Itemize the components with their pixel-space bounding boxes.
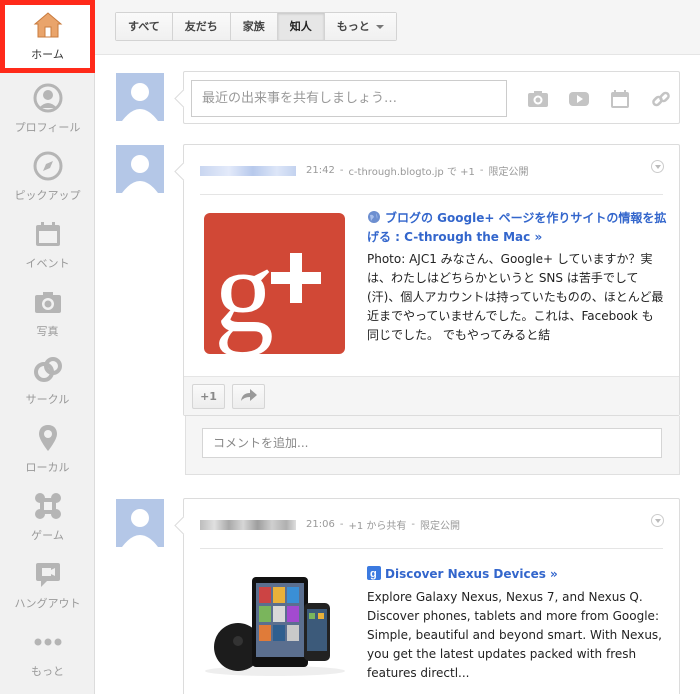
filter-more-dropdown[interactable]: もっと	[324, 13, 396, 40]
post-visibility[interactable]: 限定公開	[488, 163, 528, 178]
avatar[interactable]	[116, 145, 164, 193]
sidebar-item-label: ホーム	[31, 48, 64, 61]
nexus-devices-image[interactable]	[200, 565, 350, 677]
post-options-icon[interactable]	[651, 514, 664, 527]
sidebar-item-label: ピックアップ	[14, 189, 81, 202]
video-icon[interactable]	[558, 86, 599, 112]
post-actions: +1	[184, 376, 679, 415]
divider	[200, 194, 663, 195]
link-icon[interactable]	[640, 86, 681, 112]
globe-icon	[367, 210, 381, 224]
compass-icon	[33, 151, 63, 181]
google-plus-logo-image[interactable]: g	[204, 213, 345, 357]
sidebar-item-local[interactable]: ローカル	[0, 413, 95, 481]
home-icon	[33, 10, 63, 40]
camera-icon	[33, 287, 63, 317]
post-meta: 21:42 - c-through.blogto.jp で +1 - 限定公開	[200, 163, 528, 178]
video-chat-icon	[33, 559, 63, 589]
circles-icon	[33, 355, 63, 385]
post-card: 21:06 - +1 から共有 - 限定公開 g Discover Nexus D…	[183, 498, 680, 694]
sidebar-item-label: プロフィール	[14, 121, 81, 134]
meta-separator: -	[339, 165, 344, 176]
link-body: Photo: AJC1 みなさん、Google+ していますか？実は、わたしはど…	[367, 252, 664, 342]
filter-friends[interactable]: 友だち	[172, 13, 231, 40]
link-title[interactable]: ブログの Google+ ページを作りサイトの情報を拡げる : C-throug…	[367, 209, 667, 247]
more-dots-icon	[33, 627, 63, 657]
calendar-icon	[33, 219, 63, 249]
share-attachment-icons	[517, 86, 681, 112]
sidebar-item-events[interactable]: イベント	[0, 209, 95, 277]
sidebar-item-explore[interactable]: ピックアップ	[0, 141, 95, 209]
share-arrow-icon	[240, 388, 258, 405]
sidebar-item-more[interactable]: もっと	[0, 617, 95, 694]
post-time[interactable]: 21:42	[306, 165, 335, 176]
avatar[interactable]	[116, 73, 164, 121]
photo-icon[interactable]	[517, 86, 558, 112]
sidebar-item-games[interactable]: ゲーム	[0, 481, 95, 549]
meta-separator: -	[479, 165, 484, 176]
map-pin-icon	[33, 423, 63, 453]
sidebar-item-hangouts[interactable]: ハングアウト	[0, 549, 95, 617]
sidebar-item-label: もっと	[31, 665, 64, 678]
comment-input[interactable]: コメントを追加...	[202, 428, 662, 458]
event-icon[interactable]	[599, 86, 640, 112]
filter-more-label: もっと	[336, 20, 370, 33]
link-title-text: Discover Nexus Devices »	[385, 567, 558, 581]
post-options-icon[interactable]	[651, 160, 664, 173]
share-button[interactable]	[232, 384, 265, 409]
meta-separator: -	[411, 519, 415, 530]
sidebar-item-label: イベント	[25, 257, 70, 270]
sidebar-item-label: ゲーム	[31, 529, 64, 542]
filter-acquaintances[interactable]: 知人	[277, 13, 325, 40]
share-box: 最近の出来事を共有しましょう…	[183, 71, 680, 124]
plus-one-button[interactable]: +1	[192, 384, 225, 409]
sidebar-item-home[interactable]: ホーム	[0, 0, 95, 73]
sidebar-item-photos[interactable]: 写真	[0, 277, 95, 345]
sidebar-item-label: サークル	[25, 393, 70, 406]
sidebar-item-label: ローカル	[25, 461, 70, 474]
link-title[interactable]: g Discover Nexus Devices »	[367, 565, 667, 584]
post-meta: 21:06 - +1 から共有 - 限定公開	[200, 517, 460, 532]
post-visibility[interactable]: 限定公開	[420, 517, 460, 532]
author-name-blurred[interactable]	[200, 165, 296, 176]
filter-all[interactable]: すべて	[116, 13, 173, 40]
sidebar-item-profile[interactable]: プロフィール	[0, 73, 95, 141]
post-card: 21:42 - c-through.blogto.jp で +1 - 限定公開 …	[183, 144, 680, 416]
google-favicon-icon: g	[367, 566, 381, 580]
post-time[interactable]: 21:06	[306, 519, 335, 530]
link-body: Explore Galaxy Nexus, Nexus 7, and Nexus…	[367, 590, 662, 680]
avatar[interactable]	[116, 499, 164, 547]
share-input[interactable]: 最近の出来事を共有しましょう…	[191, 80, 507, 117]
sidebar: ホーム プロフィール ピックアップ イベント 写真 サークル ローカル ゲーム …	[0, 0, 95, 694]
author-name-blurred[interactable]	[200, 519, 296, 530]
post-via[interactable]: c-through.blogto.jp で +1	[348, 163, 474, 178]
sidebar-item-circles[interactable]: サークル	[0, 345, 95, 413]
svg-text:g: g	[370, 568, 377, 580]
game-icon	[33, 491, 63, 521]
stream-filter-bar: すべて 友だち 家族 知人 もっと	[95, 0, 700, 55]
filter-family[interactable]: 家族	[230, 13, 278, 40]
link-title-text: ブログの Google+ ページを作りサイトの情報を拡げる : C-throug…	[367, 211, 667, 244]
sidebar-item-label: ハングアウト	[14, 597, 81, 610]
profile-icon	[33, 83, 63, 113]
meta-separator: -	[339, 519, 344, 530]
comment-area: コメントを追加...	[185, 416, 680, 475]
post-via[interactable]: +1 から共有	[348, 517, 406, 532]
sidebar-item-label: 写真	[36, 325, 59, 338]
stream-filters: すべて 友だち 家族 知人 もっと	[115, 12, 397, 41]
svg-text:g: g	[214, 224, 274, 354]
divider	[200, 548, 663, 549]
chevron-down-icon	[375, 25, 384, 29]
